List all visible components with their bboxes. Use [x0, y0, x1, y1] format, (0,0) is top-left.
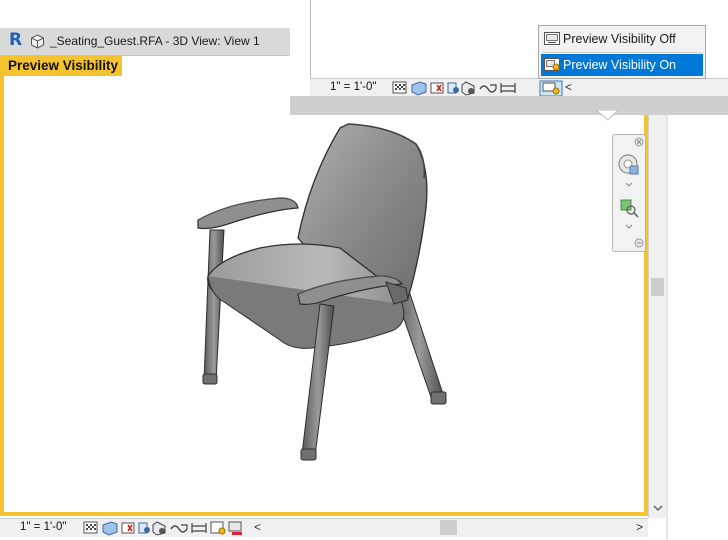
zoomed-view-control-bar: 1" = 1'-0" <	[310, 78, 728, 97]
show-crop-region-icon[interactable]	[500, 83, 516, 93]
view-title: _Seating_Guest.RFA - 3D View: View 1	[50, 34, 260, 48]
zoom-region-icon[interactable]	[618, 197, 640, 219]
visual-style-icon[interactable]	[102, 521, 118, 536]
horizontal-scroll-thumb[interactable]	[440, 520, 457, 535]
preview-visibility-menu: Preview Visibility Off Preview Visibilit…	[538, 25, 706, 79]
view-scale[interactable]: 1" = 1'-0"	[20, 521, 66, 533]
preview-visibility-off-icon	[544, 32, 560, 45]
crop-view-icon[interactable]	[170, 524, 188, 533]
reveal-hidden-icon[interactable]	[228, 521, 242, 535]
menu-separator	[542, 52, 702, 53]
scroll-down-arrow-icon[interactable]	[653, 504, 663, 512]
chevron-down-icon[interactable]	[625, 224, 633, 230]
menu-item-label: Preview Visibility On	[563, 58, 677, 72]
view-title-bar[interactable]: R _Seating_Guest.RFA - 3D View: View 1	[0, 28, 290, 56]
menu-item-preview-visibility-on[interactable]: Preview Visibility On	[541, 54, 703, 76]
preview-visibility-on-icon	[544, 58, 560, 71]
scroll-right-arrow[interactable]: >	[636, 520, 643, 534]
detail-level-icon[interactable]	[83, 521, 98, 534]
chair-3d-model[interactable]	[180, 118, 470, 468]
3d-view-icon	[31, 34, 44, 49]
show-rendering-icon[interactable]	[152, 521, 166, 536]
crop-view-icon[interactable]	[479, 84, 497, 93]
menu-item-preview-visibility-off[interactable]: Preview Visibility Off	[541, 28, 703, 50]
zoomed-scroll-left-arrow[interactable]: <	[565, 80, 572, 94]
preview-visibility-label: Preview Visibility	[4, 56, 123, 76]
sun-path-icon[interactable]	[430, 82, 444, 94]
collapse-icon[interactable]	[634, 238, 644, 248]
show-rendering-icon[interactable]	[461, 81, 475, 96]
navigation-bar[interactable]	[612, 134, 646, 252]
zoomed-panel-shadow	[290, 96, 728, 115]
close-icon[interactable]	[634, 137, 644, 147]
revit-logo: R	[9, 30, 23, 50]
visual-style-icon[interactable]	[411, 81, 427, 96]
steering-wheel-icon[interactable]	[617, 153, 641, 179]
show-crop-region-icon[interactable]	[191, 523, 207, 533]
sun-path-icon[interactable]	[121, 522, 135, 534]
preview-visibility-icon[interactable]	[539, 80, 563, 96]
view-control-bar: 1" = 1'-0" < >	[0, 518, 648, 537]
detail-level-icon[interactable]	[392, 81, 407, 94]
temporary-hide-icon[interactable]	[210, 521, 226, 535]
vertical-scrollbar[interactable]	[648, 56, 667, 518]
menu-item-label: Preview Visibility Off	[563, 32, 676, 46]
chevron-down-icon[interactable]	[625, 182, 633, 188]
view-control-icons	[83, 521, 242, 536]
callout-pointer	[596, 110, 618, 121]
shadows-icon[interactable]	[447, 82, 459, 94]
zoomed-view-control-icons	[392, 80, 563, 96]
zoomed-view-scale[interactable]: 1" = 1'-0"	[330, 81, 376, 93]
shadows-icon[interactable]	[138, 522, 150, 534]
scroll-left-arrow[interactable]: <	[254, 520, 261, 534]
vertical-scroll-thumb[interactable]	[651, 278, 664, 296]
